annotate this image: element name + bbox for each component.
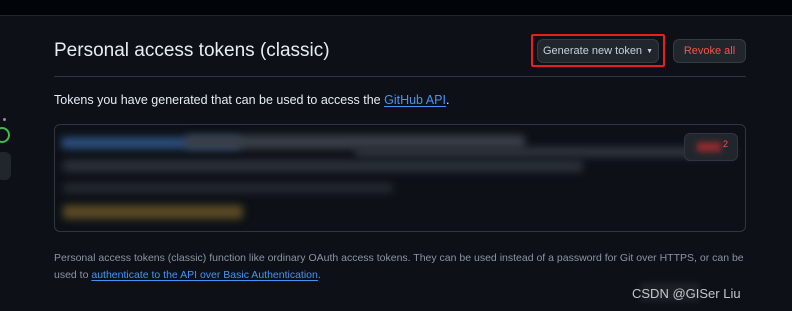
footer-text-end: . bbox=[317, 269, 321, 281]
intro-text: Tokens you have generated that can be us… bbox=[54, 93, 449, 107]
page-title: Personal access tokens (classic) bbox=[54, 40, 330, 61]
token-list: 2 bbox=[54, 124, 746, 232]
delete-label-blurred bbox=[697, 142, 721, 152]
token-expiry-warning-blurred bbox=[63, 205, 243, 219]
triangle-down-icon: ▼ bbox=[646, 47, 653, 55]
generate-new-token-button[interactable]: Generate new token ▼ bbox=[537, 39, 659, 63]
basic-auth-link[interactable]: authenticate to the API over Basic Authe… bbox=[91, 269, 317, 281]
token-details-blurred bbox=[63, 160, 583, 172]
intro-text-start: Tokens you have generated that can be us… bbox=[54, 93, 385, 107]
generate-new-token-label: Generate new token bbox=[542, 45, 643, 57]
github-api-link[interactable]: GitHub API bbox=[384, 93, 446, 107]
sidebar-dot bbox=[3, 118, 6, 121]
top-bar bbox=[0, 0, 792, 16]
sidebar-item-selected[interactable] bbox=[0, 152, 11, 180]
intro-text-end: . bbox=[445, 93, 450, 107]
delete-mark: 2 bbox=[723, 139, 729, 149]
revoke-all-button[interactable]: Revoke all bbox=[673, 39, 746, 63]
settings-sidebar-edge bbox=[0, 15, 14, 311]
watermark: CSDN @GISer Liu bbox=[632, 286, 741, 301]
delete-token-button[interactable]: 2 bbox=[684, 133, 738, 161]
revoke-all-label: Revoke all bbox=[683, 45, 736, 57]
token-details-blurred bbox=[63, 183, 393, 193]
page-header: Personal access tokens (classic) Generat… bbox=[54, 34, 746, 77]
token-scopes-blurred bbox=[355, 147, 735, 157]
check-circle-icon bbox=[0, 127, 10, 143]
footer-note: Personal access tokens (classic) functio… bbox=[54, 250, 744, 284]
